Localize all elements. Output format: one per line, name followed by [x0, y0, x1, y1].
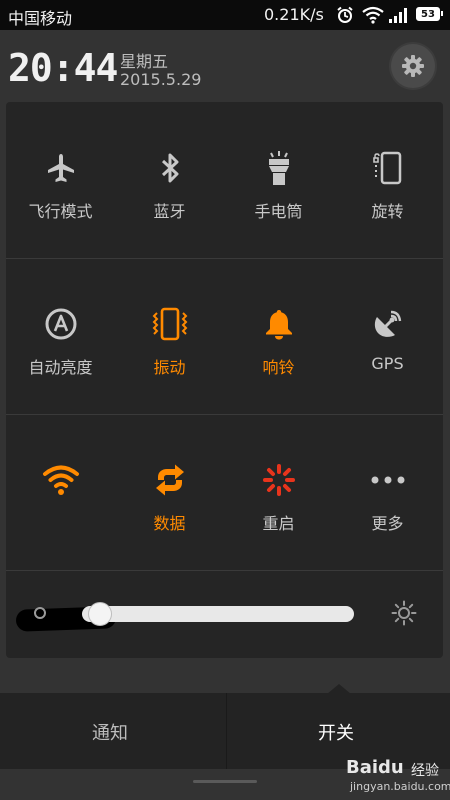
- toggle-rotate[interactable]: 旋转: [333, 102, 442, 258]
- weekday: 星期五: [120, 52, 169, 71]
- baidu-logo: Baidu: [346, 757, 404, 778]
- toggle-bluetooth[interactable]: 蓝牙: [115, 102, 224, 258]
- bluetooth-icon: [161, 153, 178, 183]
- rotate-icon: [372, 151, 401, 185]
- date: 2015.5.29: [120, 70, 202, 89]
- drag-handle[interactable]: [193, 780, 257, 783]
- carrier-name: 中国移动: [8, 9, 73, 28]
- brightness-row: [6, 570, 443, 658]
- brightness-high-icon: [391, 600, 417, 626]
- alarm-icon: [337, 6, 353, 23]
- toggle-vibrate[interactable]: 振动: [115, 258, 224, 414]
- toggle-airplane-mode[interactable]: 飞行模式: [6, 102, 115, 258]
- toggle-label: 蓝牙: [153, 202, 186, 221]
- data-icon: [155, 464, 184, 496]
- tab-notifications[interactable]: 通知: [92, 719, 128, 745]
- brightness-slider-knob[interactable]: [88, 602, 113, 626]
- toggle-wifi[interactable]: [6, 414, 115, 570]
- network-speed: 0.21K/s: [264, 5, 324, 24]
- toggle-label: 数据: [153, 514, 186, 533]
- battery-icon: 53: [416, 7, 443, 21]
- toggle-flashlight[interactable]: 手电筒: [224, 102, 333, 258]
- toggle-label: 响铃: [262, 358, 295, 377]
- toggle-label: GPS: [371, 354, 404, 373]
- brightness-slider[interactable]: [82, 606, 354, 622]
- bell-icon: [265, 310, 292, 340]
- tab-toggles[interactable]: 开关: [318, 719, 354, 745]
- reboot-icon: [262, 464, 295, 496]
- toggle-label: 飞行模式: [28, 202, 93, 221]
- toggle-label: 更多: [371, 514, 404, 533]
- tab-divider: [226, 693, 227, 769]
- status-bar: 中国移动 0.21K/s 53: [0, 0, 450, 30]
- toggle-label: 振动: [153, 358, 186, 377]
- toggle-ringer[interactable]: 响铃: [224, 258, 333, 414]
- wifi-icon: [362, 6, 384, 24]
- toggle-grid: 飞行模式 蓝牙 手电筒 旋转 自动亮度 振动 响铃 GPS 数据 重启 更多: [6, 102, 443, 658]
- airplane-icon: [47, 154, 74, 182]
- toggle-gps[interactable]: GPS: [333, 258, 442, 414]
- gps-icon: [374, 310, 401, 337]
- toggle-label: 重启: [262, 514, 295, 533]
- toggle-label: 手电筒: [254, 202, 303, 221]
- toggle-reboot[interactable]: 重启: [224, 414, 333, 570]
- wifi-icon: [42, 465, 79, 495]
- watermark-url: jingyan.baidu.com: [350, 780, 450, 793]
- toggle-label: 旋转: [371, 202, 404, 221]
- toggle-label: 自动亮度: [28, 358, 93, 377]
- clock-time: 20:44: [8, 46, 118, 90]
- toggle-more[interactable]: 更多: [333, 414, 442, 570]
- signal-icon: [389, 8, 407, 23]
- gear-icon: [402, 55, 424, 77]
- toggle-auto-brightness[interactable]: 自动亮度: [6, 258, 115, 414]
- toggle-mobile-data[interactable]: 数据: [115, 414, 224, 570]
- auto-brightness-icon: [45, 308, 76, 340]
- brightness-low-icon: [34, 607, 46, 619]
- flashlight-icon: [268, 151, 289, 185]
- watermark-tag: 经验: [411, 763, 439, 779]
- vibrate-icon: [152, 307, 187, 341]
- settings-button[interactable]: [391, 44, 435, 88]
- more-icon: [371, 476, 404, 484]
